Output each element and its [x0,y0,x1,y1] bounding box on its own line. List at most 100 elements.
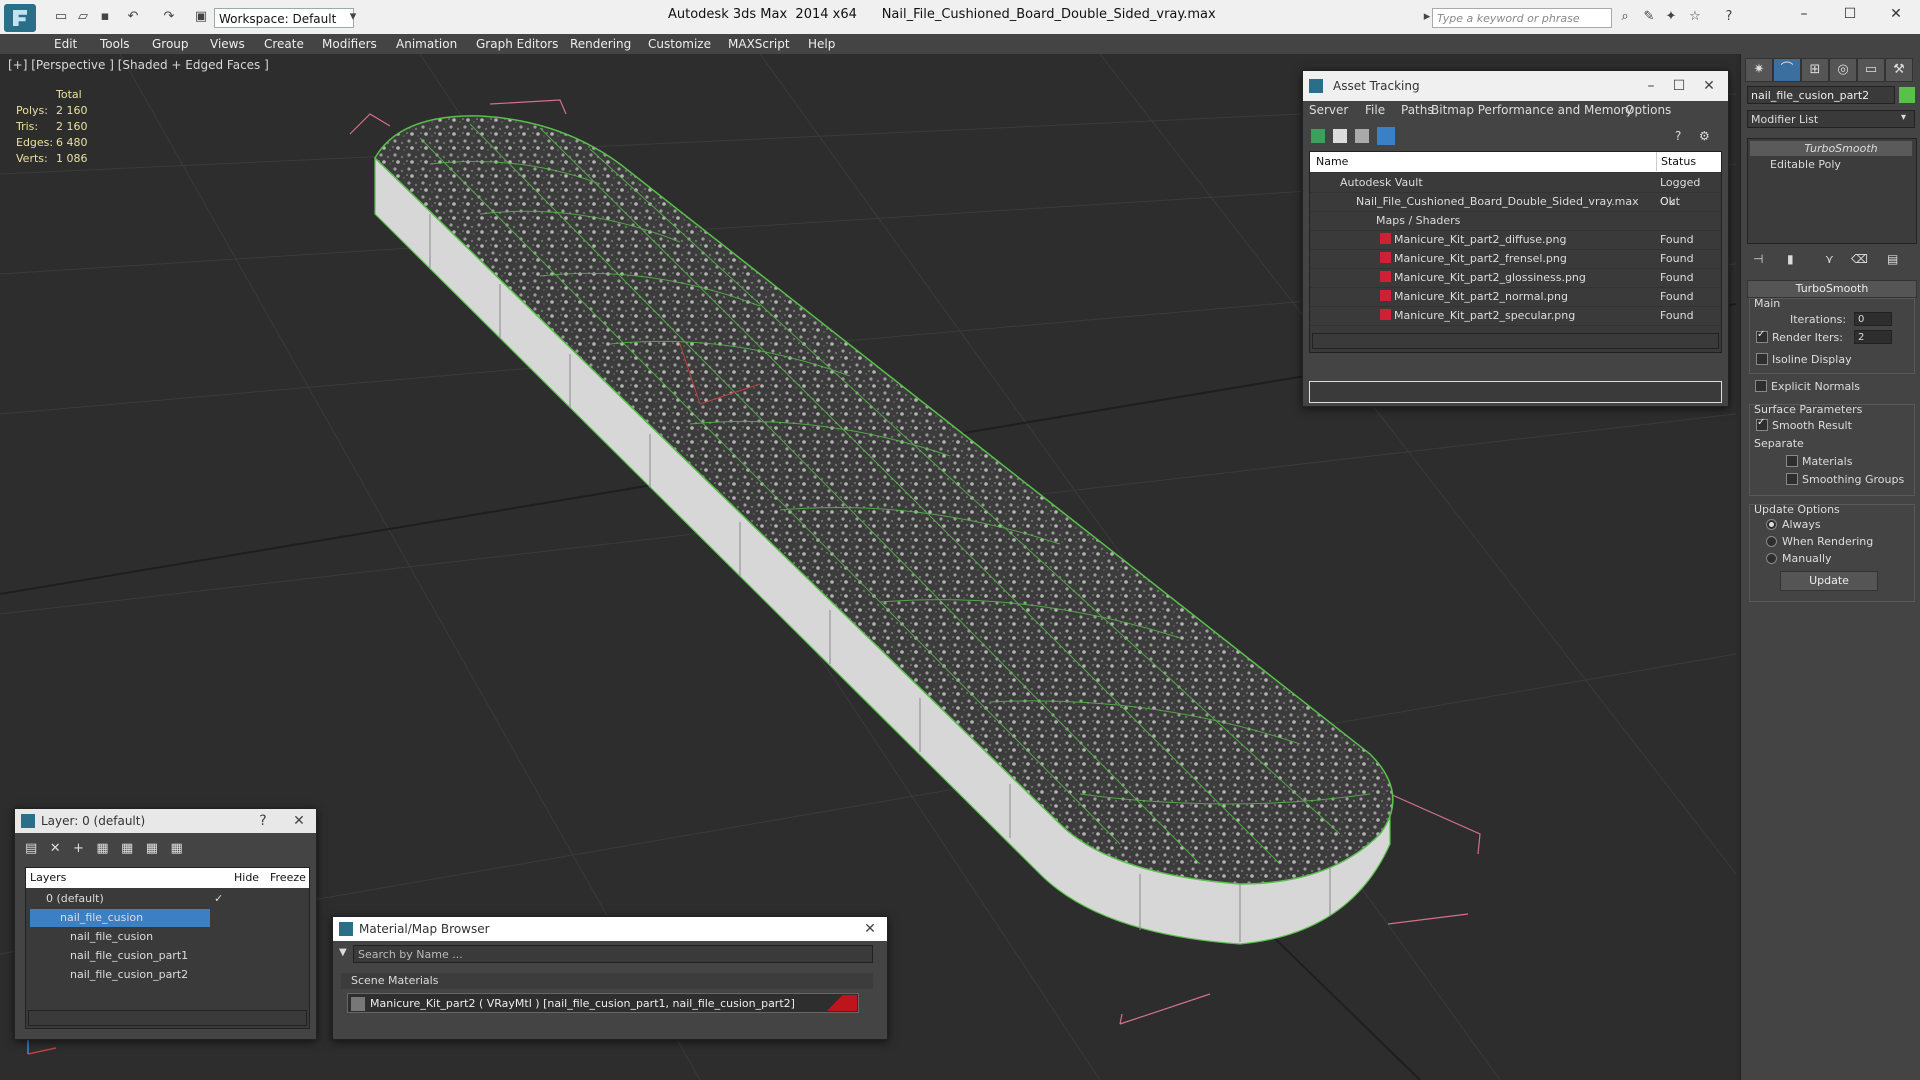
menu-animation[interactable]: Animation [396,37,457,51]
col-freeze[interactable]: Freeze [270,868,306,888]
explicit-normals-checkbox[interactable] [1755,380,1767,392]
communication-icon[interactable]: ✦ [1662,8,1680,26]
asset-row[interactable]: Maps / Shaders [1310,211,1721,231]
asset-row[interactable]: Nail_File_Cushioned_Board_Double_Sided_v… [1310,192,1721,212]
material-browser-close-icon[interactable]: ✕ [857,917,883,941]
motion-tab-icon[interactable]: ◎ [1829,58,1857,82]
new-layer-icon[interactable]: ▤ [25,841,37,856]
list-view-icon[interactable] [1333,129,1347,143]
asset-row[interactable]: Manicure_Kit_part2_diffuse.png Found [1310,230,1721,250]
minimize-icon[interactable]: – [1790,6,1818,26]
menu-tools[interactable]: Tools [100,37,130,51]
asset-menu-paths[interactable]: Paths [1401,103,1434,117]
app-logo-icon[interactable] [4,4,36,32]
asset-row[interactable]: Manicure_Kit_part2_frensel.png Found [1310,249,1721,269]
save-file-icon[interactable]: ▪ [96,8,114,26]
asset-settings-icon[interactable]: ⚙ [1699,129,1713,143]
refresh-icon[interactable] [1311,129,1325,143]
update-button[interactable]: Update [1780,571,1878,591]
create-tab-icon[interactable]: ✷ [1745,58,1773,82]
open-file-icon[interactable]: ▱ [74,8,92,26]
viewport-label[interactable]: [+] [Perspective ] [Shaded + Edged Faces… [8,58,269,72]
asset-horizontal-scrollbar[interactable] [1312,333,1719,349]
binoculars-icon[interactable]: ⌕ [1616,8,1634,26]
menu-rendering[interactable]: Rendering [570,37,631,51]
smoothing-groups-checkbox[interactable] [1786,473,1798,485]
materials-checkbox[interactable] [1786,455,1798,467]
redo-icon[interactable]: ↷ [160,8,178,26]
material-search-input[interactable]: Search by Name ... [353,945,873,963]
utilities-tab-icon[interactable]: ⚒ [1885,58,1913,82]
search-input[interactable]: Type a keyword or phrase [1432,8,1612,28]
layer-help-icon[interactable]: ? [250,809,276,833]
asset-menu-bitmap-performance[interactable]: Bitmap Performance and Memory [1431,103,1633,117]
col-name[interactable]: Name [1316,152,1348,171]
manually-radio[interactable] [1766,553,1777,564]
material-list-item[interactable]: Manicure_Kit_part2 ( VRayMtl ) [nail_fil… [347,993,859,1013]
menu-modifiers[interactable]: Modifiers [322,37,377,51]
isoline-display-checkbox[interactable] [1756,353,1768,365]
freeze-all-layers-icon[interactable]: ▦ [170,841,182,856]
menu-customize[interactable]: Customize [648,37,711,51]
asset-menu-file[interactable]: File [1365,103,1385,117]
tree-view-icon[interactable] [1355,129,1369,143]
highlight-layer-icon[interactable]: ▦ [121,841,133,856]
show-end-result-icon[interactable]: ▮ [1787,252,1794,266]
always-radio[interactable] [1766,519,1777,530]
browser-options-chevron-down-icon[interactable]: ▼ [339,947,347,958]
add-to-layer-icon[interactable]: + [73,841,84,856]
delete-layer-icon[interactable]: ✕ [50,841,61,856]
asset-row[interactable]: Manicure_Kit_part2_normal.png Found [1310,287,1721,307]
make-unique-icon[interactable]: ⋎ [1825,252,1834,266]
layer-row[interactable]: nail_file_cusion [26,928,309,946]
layer-dialog-titlebar[interactable]: Layer: 0 (default) ? ✕ [15,809,316,833]
help-icon[interactable]: ? [1720,8,1738,26]
layer-row[interactable]: nail_file_cusion_part1 [26,947,309,965]
layer-row[interactable]: nail_file_cusion_part2 [26,966,309,984]
scene-materials-section[interactable]: Scene Materials [341,973,873,989]
smooth-result-checkbox[interactable] [1756,417,1768,431]
layer-row[interactable]: nail_file_cusion [26,909,309,927]
object-name-field[interactable]: nail_file_cusion_part2 [1747,86,1895,104]
turbosmooth-rollout[interactable]: TurboSmooth [1747,280,1917,298]
render-iters-spinner[interactable]: 2 [1854,330,1892,344]
col-hide[interactable]: Hide [234,868,259,888]
object-color-swatch[interactable] [1899,87,1915,103]
menu-group[interactable]: Group [152,37,189,51]
subscription-icon[interactable]: ✎ [1640,8,1658,26]
render-iters-checkbox[interactable] [1756,329,1768,343]
display-tab-icon[interactable]: ▭ [1857,58,1885,82]
asset-row[interactable]: Autodesk Vault Logged Out [1310,173,1721,208]
remove-modifier-icon[interactable]: ⌫ [1851,252,1868,266]
iterations-spinner[interactable]: 0 [1854,312,1892,326]
menu-graph-editors[interactable]: Graph Editors [476,37,558,51]
asset-close-icon[interactable]: ✕ [1696,71,1722,95]
menu-maxscript[interactable]: MAXScript [728,37,790,51]
pin-stack-icon[interactable]: ⊣ [1753,252,1763,266]
new-file-icon[interactable]: ▭ [52,8,70,26]
modify-tab-icon[interactable]: ⌒ [1773,58,1801,82]
asset-row[interactable]: Manicure_Kit_part2_specular.png Found [1310,306,1721,326]
favorites-star-icon[interactable]: ☆ [1686,8,1704,26]
stack-item-turbosmooth[interactable]: TurboSmooth [1750,141,1912,156]
close-icon[interactable]: ✕ [1882,6,1910,26]
layer-horizontal-scrollbar[interactable] [28,1010,307,1026]
hierarchy-tab-icon[interactable]: ⊞ [1801,58,1829,82]
undo-icon[interactable]: ↶ [124,8,142,26]
menu-create[interactable]: Create [264,37,304,51]
layer-row[interactable]: 0 (default) ✓ [26,890,309,908]
menu-edit[interactable]: Edit [54,37,77,51]
workspace-chevron-down-icon[interactable]: ▾ [344,8,362,26]
asset-path-field[interactable] [1309,381,1722,403]
col-status[interactable]: Status [1656,152,1696,171]
col-layers[interactable]: Layers [30,868,66,888]
asset-tracking-titlebar[interactable]: Asset Tracking – ☐ ✕ [1303,71,1728,101]
asset-row[interactable]: Manicure_Kit_part2_glossiness.png Found [1310,268,1721,288]
modifier-list-chevron-down-icon[interactable]: ▾ [1901,112,1906,123]
configure-sets-icon[interactable]: ▤ [1887,252,1898,266]
asset-help-icon[interactable]: ? [1675,129,1689,143]
asset-maximize-icon[interactable]: ☐ [1666,71,1692,95]
stack-item-editable-poly[interactable]: Editable Poly [1750,157,1912,172]
table-view-icon[interactable] [1377,127,1395,145]
asset-menu-server[interactable]: Server [1309,103,1348,117]
